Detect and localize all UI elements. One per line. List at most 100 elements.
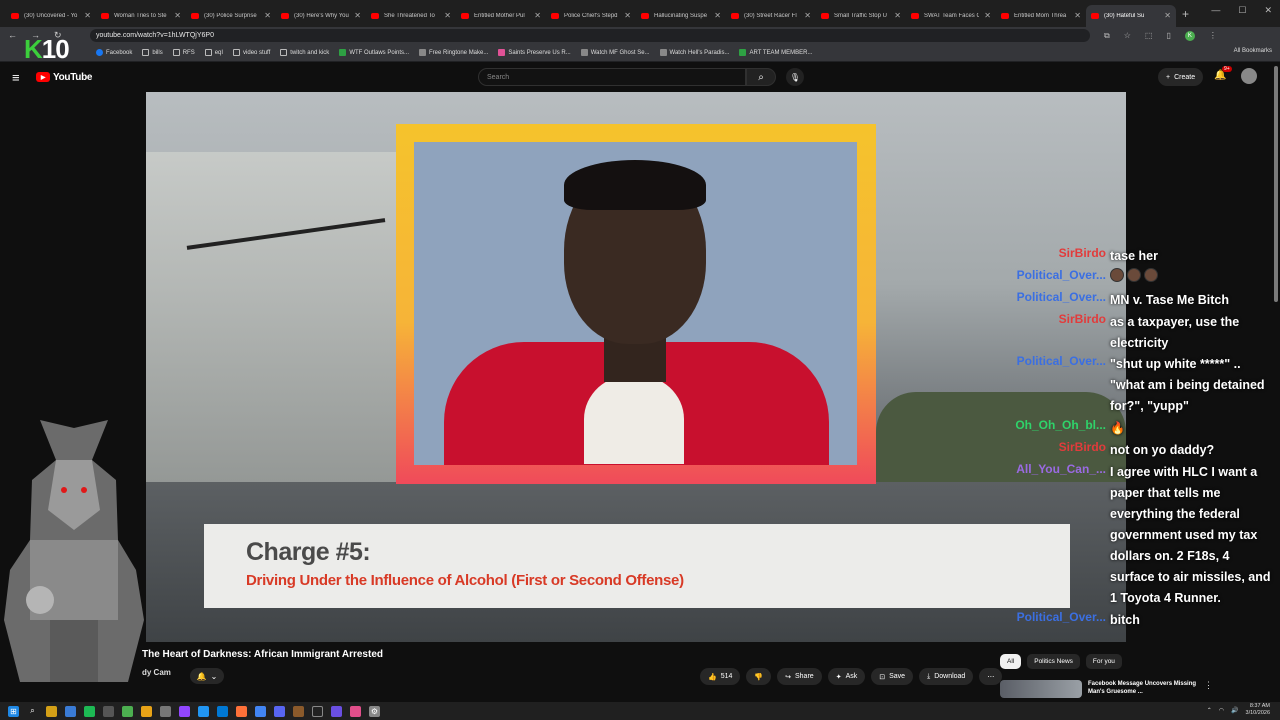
url-field[interactable]: youtube.com/watch?v=1hLWTQjY6P0 [90,29,1090,42]
app-icon-9[interactable] [293,705,304,717]
close-tab-icon[interactable]: ✕ [264,11,271,20]
new-tab-button[interactable]: + [1182,7,1189,21]
start-icon[interactable]: ⊞ [8,705,19,717]
voice-search-button[interactable]: 🎙 [786,68,804,86]
browser-tab[interactable]: (30) Here's Why You ✕ [276,5,366,27]
browser-tab[interactable]: (30) Street Racer Fl ✕ [726,5,816,27]
firefox-icon[interactable] [236,705,247,717]
install-icon[interactable]: ⧉ [1104,31,1110,41]
youtube-logo[interactable]: ▶ YouTube [36,72,93,83]
app-icon-1[interactable] [65,705,76,717]
browser-tab[interactable]: Entitled Mom Threa ✕ [996,5,1086,27]
close-tab-icon[interactable]: ✕ [534,11,541,20]
discord-icon[interactable] [274,705,285,717]
close-tab-icon[interactable]: ✕ [894,11,901,20]
chat-username[interactable]: Oh_Oh_Oh_bl... [1006,418,1110,439]
chat-username[interactable]: Political_Over... [1006,610,1110,631]
bookmark-item[interactable]: twitch and kick [280,49,329,56]
chip-all[interactable]: All [1000,654,1022,669]
bookmark-item[interactable]: Free Ringtone Make... [419,49,488,56]
settings-gear-icon[interactable]: ⚙ [369,705,380,717]
app-icon-6[interactable] [160,705,171,717]
bookmark-item[interactable]: RFS [172,49,195,56]
app-icon-7[interactable] [198,705,209,717]
close-tab-icon[interactable]: ✕ [1164,11,1171,20]
browser-tab[interactable]: Woman Tries to Ste ✕ [96,5,186,27]
browser-menu-icon[interactable]: ⋮ [1209,31,1217,40]
more-actions-button[interactable]: ⋯ [979,668,1003,685]
create-button[interactable]: + Create [1158,68,1204,86]
browser-tab[interactable]: (30) Uncovered - Yo ✕ [6,5,96,27]
clock[interactable]: 8:37 AM 3/10/2026 [1246,703,1270,717]
bookmark-item[interactable]: Watch MF Ghost Se... [580,49,650,56]
file-explorer-icon[interactable] [46,705,57,717]
dislike-button[interactable]: 👎 [746,668,772,685]
chip-for-you[interactable]: For you [1085,654,1122,669]
chat-username[interactable]: Political_Over... [1006,268,1110,282]
recommended-video[interactable]: Facebook Message Uncovers Missing Man's … [1000,680,1213,698]
maximize-icon[interactable]: ☐ [1238,5,1246,16]
volume-icon[interactable]: 🔊 [1231,707,1238,714]
chrome-icon[interactable] [255,705,266,717]
page-scrollbar[interactable] [1274,66,1278,302]
download-button[interactable]: ⤓ Download [919,668,974,685]
bookmark-item[interactable]: Saints Preserve Us R... [498,49,571,56]
close-tab-icon[interactable]: ✕ [714,11,721,20]
video-player[interactable]: Charge #5: Driving Under the Influence o… [146,92,1126,642]
app-icon-10[interactable] [312,705,323,717]
chevron-up-icon[interactable]: ⌃ [1207,707,1212,714]
chat-username[interactable]: SirBirdo [1006,246,1110,267]
extensions-icon[interactable]: ⬚ [1145,31,1153,40]
close-tab-icon[interactable]: ✕ [984,11,991,20]
like-button[interactable]: 👍 514 [700,668,741,685]
app-icon-12[interactable] [350,705,361,717]
chat-username[interactable]: All_You_Can_... [1006,462,1110,609]
browser-tab[interactable]: (30) Hateful Su ✕ [1086,4,1176,27]
search-input[interactable]: Search [478,68,746,86]
account-avatar[interactable] [1241,68,1257,84]
browser-tab[interactable]: Hallucinating Suspe ✕ [636,5,726,27]
close-tab-icon[interactable]: ✕ [84,11,91,20]
app-icon-3[interactable] [103,705,114,717]
browser-tab[interactable]: She Threatened To ✕ [366,5,456,27]
share-button[interactable]: ↪ Share [777,668,822,685]
chat-username[interactable]: Political_Over... [1006,354,1110,417]
search-button[interactable]: ⌕ [746,68,776,86]
browser-tab[interactable]: (30) Police Surprise ✕ [186,5,276,27]
star-icon[interactable]: ☆ [1124,31,1131,40]
back-icon[interactable]: ← [8,30,17,41]
browser-tab[interactable]: Entitled Mother Pul ✕ [456,5,546,27]
chip-politics-news[interactable]: Politics News [1027,654,1080,669]
bookmark-item[interactable]: video stuff [233,49,270,56]
app-icon-5[interactable] [141,705,152,717]
bookmark-item[interactable]: bills [142,49,163,56]
subscribe-bell-button[interactable]: 🔔 ⌄ [190,668,224,684]
ask-button[interactable]: ✦ Ask [827,668,866,685]
close-tab-icon[interactable]: ✕ [1074,11,1081,20]
app-icon-8[interactable] [217,705,228,717]
profile-avatar[interactable]: K [1184,30,1195,41]
search-taskbar-icon[interactable]: ⌕ [27,706,38,717]
app-icon-2[interactable] [84,705,95,717]
close-tab-icon[interactable]: ✕ [624,11,631,20]
bookmark-item[interactable]: Facebook [96,49,132,56]
save-button[interactable]: ⊡ Save [871,668,914,685]
bookmark-item[interactable]: WTF Outlaws Points... [339,49,409,56]
browser-tab[interactable]: Police Chief's Stepd ✕ [546,5,636,27]
bookmark-item[interactable]: Watch Hell's Paradis... [659,49,729,56]
bookmark-item[interactable]: eqI [204,49,223,56]
chat-username[interactable]: Political_Over... [1006,290,1110,311]
wifi-icon[interactable]: ◠ [1219,707,1224,714]
hamburger-menu-icon[interactable]: ≡ [12,70,34,85]
bookmark-item[interactable]: ART TEAM MEMBER... [739,49,813,56]
sidepanel-icon[interactable]: ▯ [1166,31,1170,40]
close-tab-icon[interactable]: ✕ [444,11,451,20]
app-icon-4[interactable] [122,705,133,717]
close-tab-icon[interactable]: ✕ [174,11,181,20]
close-tab-icon[interactable]: ✕ [804,11,811,20]
all-bookmarks-button[interactable]: All Bookmarks [1234,48,1272,54]
close-window-icon[interactable]: ✕ [1264,5,1272,16]
close-tab-icon[interactable]: ✕ [354,11,361,20]
twitch-icon[interactable] [179,705,190,717]
more-options-icon[interactable]: ⋮ [1204,680,1213,698]
